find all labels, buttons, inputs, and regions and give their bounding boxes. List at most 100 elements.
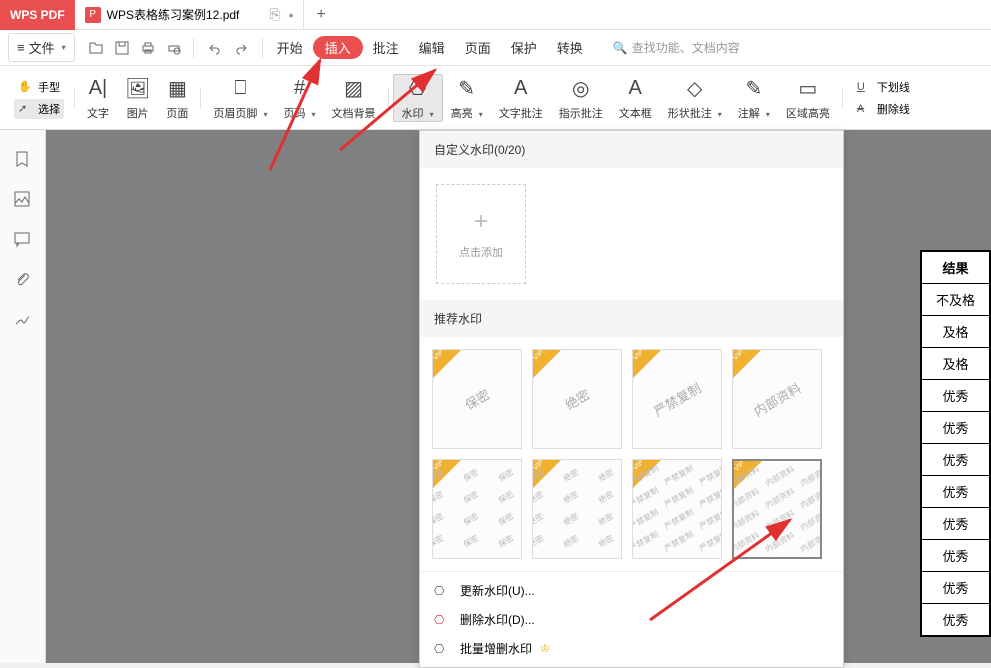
underline-icon: U [857,81,873,93]
save-icon[interactable] [113,39,131,57]
new-tab-button[interactable]: + [304,6,337,24]
table-row: 优秀 [921,540,989,572]
file-menu[interactable]: ≡ 文件 ▾ [8,33,75,62]
ribbon-形状批注[interactable]: ◇形状批注 ▾ [660,75,730,121]
vip-badge [633,350,661,378]
ribbon-icon: A [514,75,527,103]
table-row: 优秀 [921,444,989,476]
open-icon[interactable] [87,39,105,57]
watermark-preset[interactable]: 内部资料内部资料内部资料内部资料内部资料内部资料内部资料内部资料内部资料内部资料… [732,459,822,559]
signature-icon[interactable] [13,310,33,330]
ribbon-页码[interactable]: #页码 ▾ [275,75,323,121]
delete-watermark-action[interactable]: ⎔ 删除水印(D)... [420,605,843,634]
table-row: 不及格 [921,284,989,316]
ribbon-指示批注[interactable]: ◎指示批注 [551,75,611,121]
ribbon-toolbar: ✋手型 ➚选择 A|文字🖼图片▦页面⎕页眉页脚 ▾#页码 ▾▨文档背景⎔水印 ▾… [0,66,991,130]
chevron-down-icon: ▾ [430,110,434,119]
ribbon-水印[interactable]: ⎔水印 ▾ [393,74,443,122]
tab-dropdown-icon[interactable]: ⎘ [269,6,280,23]
pdf-page: 结果 不及格及格及格优秀优秀优秀优秀优秀优秀优秀优秀 [920,250,991,637]
select-tool[interactable]: ➚选择 [14,99,64,119]
ribbon-icon: ▦ [168,75,187,103]
hand-tool[interactable]: ✋手型 [14,77,64,97]
batch-watermark-action[interactable]: ⎔ 批量增删水印 ♔ [420,634,843,663]
cursor-icon: ➚ [18,102,34,115]
menubar: ≡ 文件 ▾ 开始插入批注编辑页面保护转换 🔍 查找功能、文档内容 [0,30,991,66]
watermark-preset[interactable]: 保密保密保密保密保密保密保密保密保密保密保密保密 [432,459,522,559]
menu-tab-4[interactable]: 页面 [455,38,501,57]
strikethrough-icon: A [857,103,873,115]
left-sidebar [0,130,46,663]
result-table: 结果 不及格及格及格优秀优秀优秀优秀优秀优秀优秀优秀 [921,251,990,636]
redo-icon[interactable] [234,39,252,57]
ribbon-页面[interactable]: ▦页面 [158,75,196,121]
watermark-preset[interactable]: 严禁复制 [632,349,722,449]
vip-badge [433,350,461,378]
ribbon-高亮[interactable]: ✎高亮 ▾ [443,75,491,121]
chevron-down-icon: ▾ [479,110,483,119]
ribbon-图片[interactable]: 🖼图片 [117,75,158,121]
divider [842,88,843,108]
ribbon-icon: # [294,75,305,103]
chevron-down-icon: ▾ [62,43,66,52]
table-row: 优秀 [921,572,989,604]
close-icon[interactable]: • [289,7,294,23]
undo-icon[interactable] [204,39,222,57]
menu-tab-5[interactable]: 保护 [501,38,547,57]
pdf-icon: P [85,7,101,23]
menu-tab-2[interactable]: 批注 [363,38,409,57]
menu-tab-0[interactable]: 开始 [267,38,313,57]
crown-icon: ♔ [540,642,550,655]
ribbon-文档背景[interactable]: ▨文档背景 [324,75,384,121]
menu-tab-1[interactable]: 插入 [313,36,363,59]
watermark-preset[interactable]: 内部资料 [732,349,822,449]
menu-tab-6[interactable]: 转换 [547,38,593,57]
tab-filename: WPS表格练习案例12.pdf [107,6,240,23]
table-header: 结果 [921,252,989,284]
watermark-preset[interactable]: 绝密绝密绝密绝密绝密绝密绝密绝密绝密绝密绝密绝密 [532,459,622,559]
ribbon-text-decoration: U下划线 A删除线 [847,77,920,119]
chevron-down-icon: ▾ [766,110,770,119]
table-row: 及格 [921,316,989,348]
watermark-grid: 保密绝密严禁复制内部资料保密保密保密保密保密保密保密保密保密保密保密保密绝密绝密… [420,337,843,571]
ribbon-icon: ◎ [572,75,589,103]
ribbon-注解[interactable]: ✎注解 ▾ [730,75,778,121]
watermark-icon: ⎔ [434,584,452,598]
delete-watermark-icon: ⎔ [434,613,452,627]
add-watermark-button[interactable]: + 点击添加 [436,184,526,284]
search-box[interactable]: 🔍 查找功能、文档内容 [613,39,740,56]
image-icon[interactable] [13,190,33,210]
ribbon-区域高亮[interactable]: ▭区域高亮 [778,75,838,121]
print-preview-icon[interactable] [165,39,183,57]
watermark-dropdown-panel: 自定义水印(0/20) + 点击添加 推荐水印 保密绝密严禁复制内部资料保密保密… [419,130,844,668]
attachment-icon[interactable] [13,270,33,290]
ribbon-mode-group: ✋手型 ➚选择 [8,77,70,119]
comment-icon[interactable] [13,230,33,250]
update-watermark-action[interactable]: ⎔ 更新水印(U)... [420,576,843,605]
recommend-watermark-title: 推荐水印 [420,300,843,337]
table-row: 优秀 [921,380,989,412]
ribbon-文字批注[interactable]: A文字批注 [491,75,551,121]
search-icon: 🔍 [613,41,628,55]
document-tab[interactable]: P WPS表格练习案例12.pdf ⎘ • [75,0,305,30]
underline-tool[interactable]: U下划线 [853,77,914,97]
divider [74,88,75,108]
ribbon-icon: ▭ [798,75,817,103]
ribbon-页眉页脚[interactable]: ⎕页眉页脚 ▾ [205,75,275,121]
table-row: 优秀 [921,604,989,636]
bookmark-icon[interactable] [13,150,33,170]
watermark-preset[interactable]: 严禁复制严禁复制严禁复制严禁复制严禁复制严禁复制严禁复制严禁复制严禁复制严禁复制… [632,459,722,559]
watermark-preset[interactable]: 保密 [432,349,522,449]
ribbon-文本框[interactable]: A文本框 [611,75,660,121]
ribbon-icon: 🖼 [125,75,150,103]
watermark-preset[interactable]: 绝密 [532,349,622,449]
ribbon-文字[interactable]: A|文字 [79,75,117,121]
ribbon-icon: ▨ [344,75,363,103]
table-row: 优秀 [921,508,989,540]
menu-tab-3[interactable]: 编辑 [409,38,455,57]
print-icon[interactable] [139,39,157,57]
table-row: 优秀 [921,476,989,508]
hand-icon: ✋ [18,80,34,93]
strikethrough-tool[interactable]: A删除线 [853,99,914,119]
ribbon-icon: ✎ [745,75,762,103]
